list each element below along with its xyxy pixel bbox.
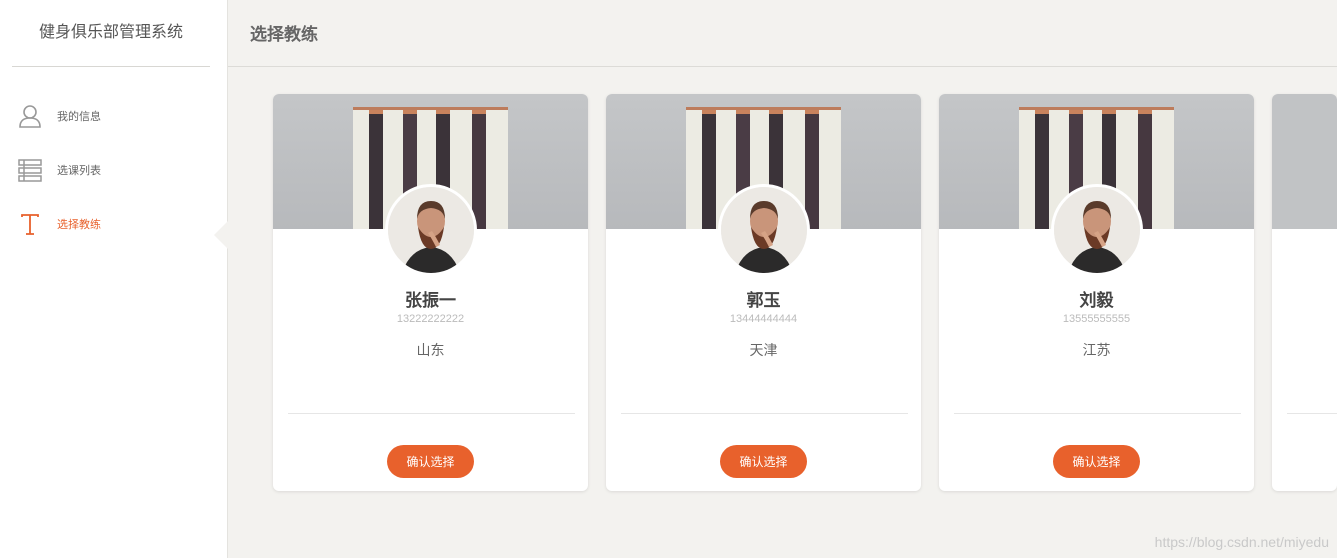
coach-city: 山东 <box>416 343 445 359</box>
avatar <box>385 184 477 276</box>
confirm-select-button[interactable]: 确认选择 <box>387 445 474 478</box>
divider <box>954 413 1241 414</box>
sidebar-item-label: 选课列表 <box>57 164 101 177</box>
coach-phone: 13444444444 <box>729 313 798 325</box>
avatar <box>1051 184 1143 276</box>
page-title: 选择教练 <box>250 25 318 45</box>
user-icon <box>19 105 41 128</box>
sidebar-item-label: 我的信息 <box>57 110 101 123</box>
divider <box>288 413 575 414</box>
watermark: https://blog.csdn.net/miyedu <box>1154 534 1329 550</box>
coach-city: 江苏 <box>1082 343 1111 359</box>
confirm-select-button[interactable]: 确认选择 <box>1053 445 1140 478</box>
coach-card: 张振一 13222222222 山东 确认选择 <box>273 94 588 491</box>
list-icon <box>18 159 42 182</box>
active-indicator <box>214 221 228 249</box>
coach-card-partial <box>1272 94 1337 491</box>
text-t-icon <box>21 214 39 235</box>
app-title: 健身俱乐部管理系统 <box>12 0 210 67</box>
coach-name: 郭玉 <box>746 291 781 311</box>
divider <box>1287 413 1337 414</box>
cover-image <box>1272 94 1337 229</box>
avatar <box>718 184 810 276</box>
header: 选择教练 <box>228 0 1337 67</box>
coach-phone: 13222222222 <box>396 313 465 325</box>
coach-name: 张振一 <box>405 291 456 311</box>
sidebar: 健身俱乐部管理系统 我的信息 选课列表 选择教练 <box>0 0 228 558</box>
coach-phone: 13555555555 <box>1062 313 1131 325</box>
confirm-select-button[interactable]: 确认选择 <box>720 445 807 478</box>
coach-card: 刘毅 13555555555 江苏 确认选择 <box>939 94 1254 491</box>
coach-city: 天津 <box>749 343 778 359</box>
sidebar-item-select-coach[interactable]: 选择教练 <box>0 209 228 249</box>
sidebar-item-course-list[interactable]: 选课列表 <box>0 155 227 185</box>
sidebar-item-label: 选择教练 <box>57 218 101 231</box>
divider <box>621 413 908 414</box>
sidebar-item-my-info[interactable]: 我的信息 <box>0 101 227 131</box>
coach-name: 刘毅 <box>1079 291 1114 311</box>
coach-card: 郭玉 13444444444 天津 确认选择 <box>606 94 921 491</box>
